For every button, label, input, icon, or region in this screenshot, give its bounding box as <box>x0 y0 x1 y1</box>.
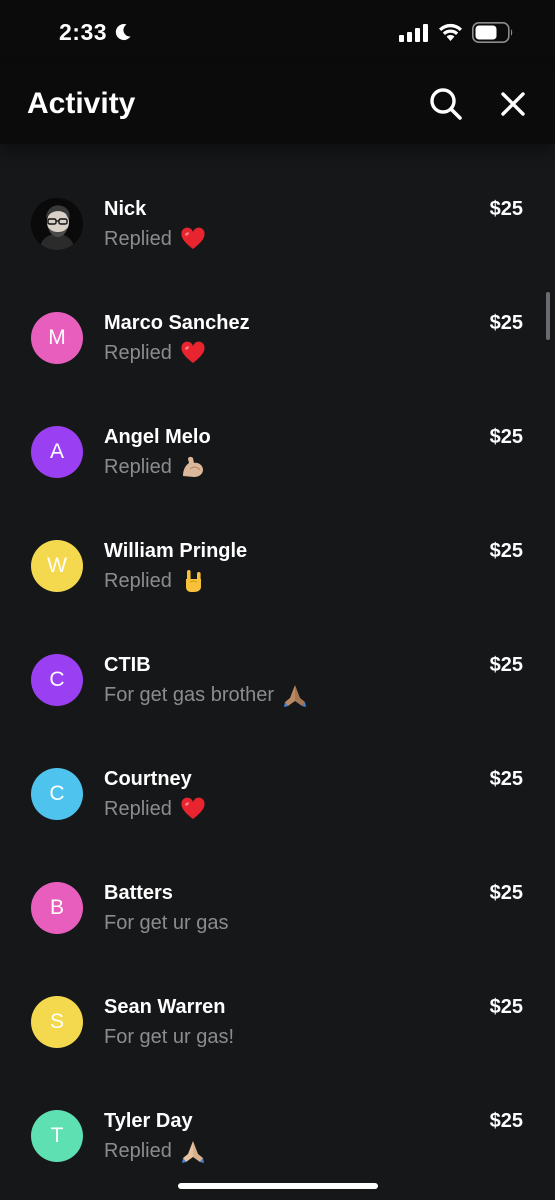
avatar: M <box>31 312 83 364</box>
contact-name: Angel Melo <box>104 426 211 448</box>
wifi-icon <box>439 23 462 41</box>
red-heart-icon <box>180 340 206 366</box>
activity-subtitle-line: Replied <box>104 1138 206 1164</box>
activity-subtitle: For get gas brother <box>104 684 275 706</box>
flexed-biceps-icon <box>180 454 206 480</box>
folded-hands-medium-icon <box>282 682 308 708</box>
activity-subtitle-line: Replied <box>104 226 206 252</box>
activity-subtitle: Replied <box>104 228 172 250</box>
activity-row[interactable]: W William Pringle Replied $25 <box>0 494 555 608</box>
sign-of-the-horns-icon <box>180 568 206 594</box>
contact-name: CTIB <box>104 654 151 676</box>
status-bar: 2:33 <box>0 0 555 66</box>
payment-amount: $25 <box>489 312 523 334</box>
search-button[interactable] <box>426 84 466 124</box>
payment-amount: $25 <box>489 198 523 220</box>
avatar <box>31 198 83 250</box>
contact-name: William Pringle <box>104 540 248 562</box>
payment-amount: $25 <box>489 768 523 790</box>
contact-name: Batters <box>104 882 173 904</box>
avatar: C <box>31 768 83 820</box>
close-button[interactable] <box>493 84 533 124</box>
activity-subtitle: For get ur gas <box>104 912 229 934</box>
avatar: C <box>31 654 83 706</box>
activity-subtitle-line: For get gas brother <box>104 682 308 708</box>
contact-name: Sean Warren <box>104 996 226 1018</box>
activity-subtitle-line: Replied <box>104 568 206 594</box>
activity-subtitle-line: For get ur gas <box>104 910 229 936</box>
cellular-signal-icon <box>399 24 428 42</box>
battery-icon <box>472 22 513 43</box>
payment-amount: $25 <box>489 654 523 676</box>
activity-subtitle-line: For get ur gas! <box>104 1024 234 1050</box>
activity-row[interactable]: C Courtney Replied $25 <box>0 722 555 836</box>
activity-subtitle-line: Replied <box>104 454 206 480</box>
activity-subtitle: Replied <box>104 798 172 820</box>
activity-row[interactable]: Nick Replied $25 <box>0 152 555 266</box>
activity-subtitle: Replied <box>104 342 172 364</box>
activity-subtitle: Replied <box>104 456 172 478</box>
contact-name: Tyler Day <box>104 1110 193 1132</box>
page-title: Activity <box>27 87 136 120</box>
activity-list: Nick Replied $25 M Marco Sanchez Replied $25 A A… <box>0 152 555 1178</box>
avatar: A <box>31 426 83 478</box>
payment-amount: $25 <box>489 426 523 448</box>
payment-amount: $25 <box>489 1110 523 1132</box>
activity-row[interactable]: A Angel Melo Replied $25 <box>0 380 555 494</box>
activity-screen: 2:33 Activity Nick Replied $25 M Marco S… <box>0 0 555 1200</box>
activity-subtitle: Replied <box>104 1140 172 1162</box>
activity-row[interactable]: B Batters For get ur gas $25 <box>0 836 555 950</box>
red-heart-icon <box>180 226 206 252</box>
avatar: S <box>31 996 83 1048</box>
activity-subtitle: For get ur gas! <box>104 1026 235 1048</box>
activity-row[interactable]: C CTIB For get gas brother $25 <box>0 608 555 722</box>
avatar: W <box>31 540 83 592</box>
activity-row[interactable]: M Marco Sanchez Replied $25 <box>0 266 555 380</box>
moon-icon <box>115 24 131 41</box>
search-icon <box>430 88 462 120</box>
header-bar: Activity <box>0 66 555 144</box>
payment-amount: $25 <box>489 882 523 904</box>
scroll-indicator[interactable] <box>546 292 550 340</box>
avatar: B <box>31 882 83 934</box>
activity-row[interactable]: T Tyler Day Replied $25 <box>0 1064 555 1178</box>
close-icon <box>501 92 525 116</box>
payment-amount: $25 <box>489 540 523 562</box>
folded-hands-light-icon <box>180 1138 206 1164</box>
payment-amount: $25 <box>489 996 523 1018</box>
contact-name: Marco Sanchez <box>104 312 250 334</box>
contact-name: Nick <box>104 198 147 220</box>
activity-row[interactable]: S Sean Warren For get ur gas! $25 <box>0 950 555 1064</box>
activity-subtitle-line: Replied <box>104 340 206 366</box>
red-heart-icon <box>180 796 206 822</box>
activity-subtitle-line: Replied <box>104 796 206 822</box>
activity-subtitle: Replied <box>104 570 172 592</box>
status-time: 2:33 <box>59 19 108 45</box>
home-indicator[interactable] <box>178 1183 378 1189</box>
contact-name: Courtney <box>104 768 192 790</box>
avatar: T <box>31 1110 83 1162</box>
